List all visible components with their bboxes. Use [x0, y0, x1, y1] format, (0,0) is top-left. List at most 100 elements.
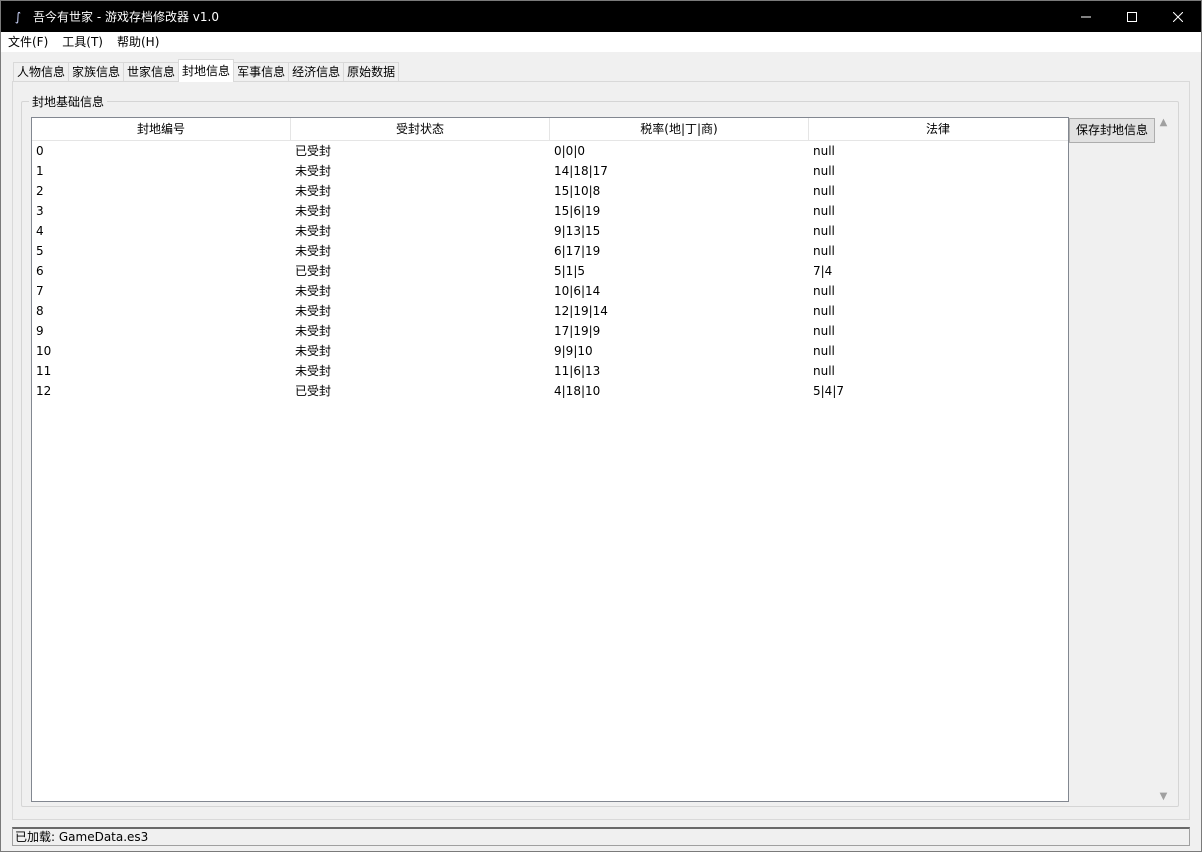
- minimize-button[interactable]: [1063, 1, 1109, 32]
- table-cell: 4: [36, 224, 44, 238]
- table-cell: 12: [36, 384, 52, 398]
- tab-family[interactable]: 家族信息: [68, 62, 125, 82]
- minimize-icon: [1081, 16, 1091, 17]
- scroll-down-icon[interactable]: ▼: [1160, 791, 1168, 802]
- table-cell: 9|9|10: [554, 344, 593, 358]
- close-icon: [1173, 11, 1183, 22]
- table-row[interactable]: 5 未受封 6|17|19 null: [32, 241, 1068, 261]
- column-header-law[interactable]: 法律: [809, 118, 1067, 140]
- table-cell: null: [813, 144, 835, 158]
- table-cell: 8: [36, 304, 44, 318]
- column-header-tax-rate[interactable]: 税率(地|丁|商): [550, 118, 809, 140]
- table-cell: 未受封: [295, 324, 332, 338]
- save-fief-button[interactable]: 保存封地信息: [1069, 118, 1155, 143]
- table-cell: null: [813, 364, 835, 378]
- table-cell: null: [813, 284, 835, 298]
- table-cell: 未受封: [295, 284, 332, 298]
- table-cell: 4|18|10: [554, 384, 601, 398]
- table-cell: 0: [36, 144, 44, 158]
- title-bar[interactable]: ∫ 吾今有世家 - 游戏存档修改器 v1.0: [1, 1, 1201, 32]
- close-button[interactable]: [1155, 1, 1201, 32]
- table-cell: 6|17|19: [554, 244, 601, 258]
- table-cell: 已受封: [295, 144, 332, 158]
- fief-table[interactable]: 封地编号 受封状态 税率(地|丁|商) 法律 0 已受封 0|0|0 null 1 未受封…: [31, 117, 1069, 802]
- table-cell: 未受封: [295, 204, 332, 218]
- table-row[interactable]: 1 未受封 14|18|17 null: [32, 161, 1068, 181]
- menu-bar: 文件(F) 工具(T) 帮助(H): [1, 32, 1201, 52]
- status-bar: 已加载: GameData.es3: [12, 827, 1190, 846]
- table-row[interactable]: 8 未受封 12|19|14 null: [32, 301, 1068, 321]
- table-cell: 9: [36, 324, 44, 338]
- table-row[interactable]: 9 未受封 17|19|9 null: [32, 321, 1068, 341]
- table-cell: 已受封: [295, 264, 332, 278]
- table-cell: null: [813, 344, 835, 358]
- table-cell: null: [813, 204, 835, 218]
- table-cell: 未受封: [295, 344, 332, 358]
- table-cell: null: [813, 164, 835, 178]
- table-cell: null: [813, 244, 835, 258]
- feather-icon: ∫: [14, 9, 22, 24]
- table-header: 封地编号 受封状态 税率(地|丁|商) 法律: [32, 118, 1068, 141]
- vertical-scrollbar[interactable]: ▲ ▼: [1155, 117, 1172, 802]
- table-cell: 2: [36, 184, 44, 198]
- table-cell: 5|1|5: [554, 264, 585, 278]
- table-row[interactable]: 4 未受封 9|13|15 null: [32, 221, 1068, 241]
- column-header-status[interactable]: 受封状态: [291, 118, 550, 140]
- table-cell: 11|6|13: [554, 364, 601, 378]
- table-row[interactable]: 0 已受封 0|0|0 null: [32, 141, 1068, 161]
- table-cell: 14|18|17: [554, 164, 608, 178]
- table-body: 0 已受封 0|0|0 null 1 未受封 14|18|17 null 2 未受封 15|10|8…: [32, 141, 1068, 401]
- tab-character[interactable]: 人物信息: [13, 62, 70, 82]
- table-cell: 未受封: [295, 244, 332, 258]
- menu-tools[interactable]: 工具(T): [55, 32, 110, 52]
- window-title: 吾今有世家 - 游戏存档修改器 v1.0: [33, 10, 219, 24]
- table-row[interactable]: 11 未受封 11|6|13 null: [32, 361, 1068, 381]
- table-row[interactable]: 10 未受封 9|9|10 null: [32, 341, 1068, 361]
- table-cell: 1: [36, 164, 44, 178]
- tab-strip: 人物信息 家族信息 世家信息 封地信息 军事信息 经济信息 原始数据: [13, 59, 400, 82]
- table-cell: null: [813, 324, 835, 338]
- column-header-fief-id[interactable]: 封地编号: [32, 118, 291, 140]
- menu-help[interactable]: 帮助(H): [110, 32, 166, 52]
- scroll-up-icon[interactable]: ▲: [1160, 117, 1168, 128]
- table-cell: 12|19|14: [554, 304, 608, 318]
- tab-economy[interactable]: 经济信息: [288, 62, 345, 82]
- table-cell: 6: [36, 264, 44, 278]
- table-cell: 5: [36, 244, 44, 258]
- table-cell: 5|4|7: [813, 384, 844, 398]
- table-cell: 7|4: [813, 264, 833, 278]
- maximize-button[interactable]: [1109, 1, 1155, 32]
- table-cell: 15|10|8: [554, 184, 601, 198]
- tab-military[interactable]: 军事信息: [233, 62, 290, 82]
- group-title: 封地基础信息: [29, 93, 108, 110]
- table-cell: 未受封: [295, 164, 332, 178]
- table-cell: 未受封: [295, 184, 332, 198]
- table-cell: 未受封: [295, 364, 332, 378]
- tab-fief[interactable]: 封地信息: [178, 59, 235, 82]
- fief-tab-panel: 封地基础信息 封地编号 受封状态 税率(地|丁|商) 法律 0 已受封 0|0|0 n…: [12, 81, 1190, 820]
- table-cell: 9|13|15: [554, 224, 601, 238]
- tab-clan[interactable]: 世家信息: [123, 62, 180, 82]
- tab-raw-data[interactable]: 原始数据: [343, 62, 400, 82]
- table-row[interactable]: 12 已受封 4|18|10 5|4|7: [32, 381, 1068, 401]
- table-cell: 已受封: [295, 384, 332, 398]
- table-cell: 0|0|0: [554, 144, 585, 158]
- table-cell: null: [813, 224, 835, 238]
- table-row[interactable]: 7 未受封 10|6|14 null: [32, 281, 1068, 301]
- table-cell: 17|19|9: [554, 324, 601, 338]
- menu-file[interactable]: 文件(F): [1, 32, 55, 52]
- table-row[interactable]: 3 未受封 15|6|19 null: [32, 201, 1068, 221]
- table-cell: 10: [36, 344, 52, 358]
- table-cell: null: [813, 184, 835, 198]
- table-cell: 未受封: [295, 224, 332, 238]
- maximize-icon: [1127, 11, 1137, 22]
- table-cell: 10|6|14: [554, 284, 601, 298]
- table-row[interactable]: 2 未受封 15|10|8 null: [32, 181, 1068, 201]
- table-cell: 11: [36, 364, 52, 378]
- table-cell: 未受封: [295, 304, 332, 318]
- table-cell: null: [813, 304, 835, 318]
- table-cell: 3: [36, 204, 44, 218]
- table-row[interactable]: 6 已受封 5|1|5 7|4: [32, 261, 1068, 281]
- table-cell: 7: [36, 284, 44, 298]
- app-window: ∫ 吾今有世家 - 游戏存档修改器 v1.0 文件(F) 工具(T) 帮助(H)…: [0, 0, 1202, 852]
